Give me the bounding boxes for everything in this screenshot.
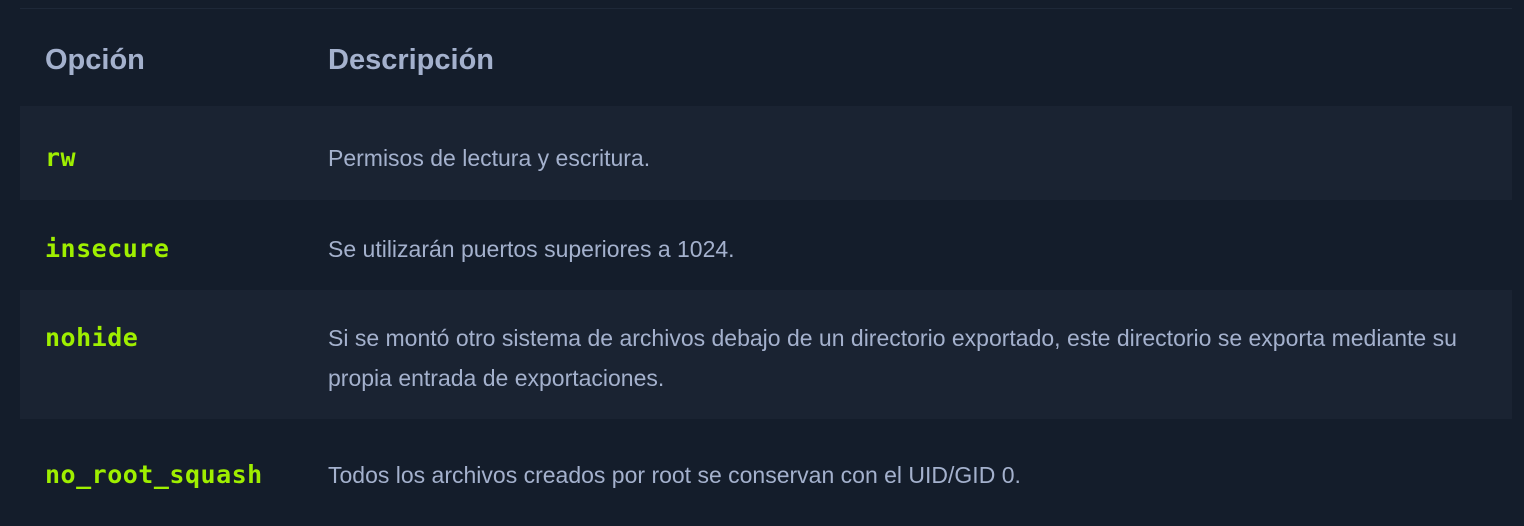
option-column-header: Opción — [45, 44, 145, 76]
option-code: no_root_squash — [45, 460, 263, 489]
description-column-header: Descripción — [328, 44, 494, 76]
option-code: nohide — [45, 323, 139, 352]
option-description: Si se montó otro sistema de archivos deb… — [328, 325, 1457, 391]
table-row: rw Permisos de lectura y escritura. — [20, 106, 1512, 200]
table-row: insecure Se utilizarán puertos superiore… — [20, 200, 1512, 290]
options-table: Opción Descripción rw Permisos de lectur… — [20, 9, 1512, 509]
table-row: nohide Si se montó otro sistema de archi… — [20, 290, 1512, 419]
option-description: Todos los archivos creados por root se c… — [328, 462, 1021, 488]
option-description: Permisos de lectura y escritura. — [328, 145, 651, 171]
table-row: no_root_squash Todos los archivos creado… — [20, 419, 1512, 509]
option-code: rw — [45, 143, 77, 172]
table-header-row: Opción Descripción — [20, 9, 1512, 106]
option-code: insecure — [45, 234, 170, 263]
page: Opción Descripción rw Permisos de lectur… — [0, 0, 1524, 526]
option-description: Se utilizarán puertos superiores a 1024. — [328, 236, 735, 262]
